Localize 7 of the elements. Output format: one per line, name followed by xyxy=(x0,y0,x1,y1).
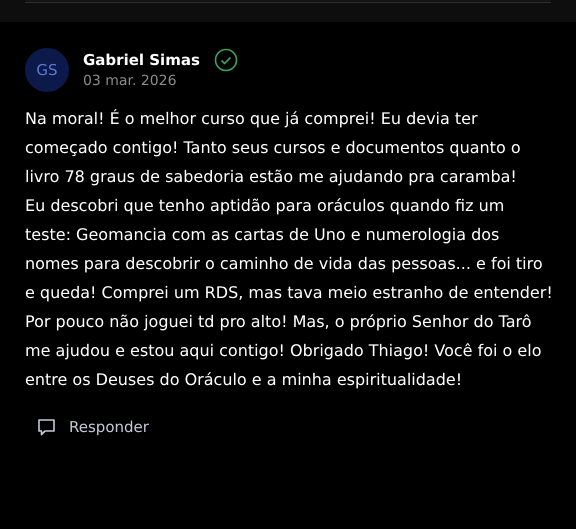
speech-bubble-icon xyxy=(37,418,56,437)
comment-text: Na moral! É o melhor curso que já comprei! Eu devia ter começado contigo! Tanto seus cursos e documentos quanto o livro 78 graus de sabedoria estão me ajudando pra caramba! xyxy=(25,108,522,188)
author-name: Gabriel Simas xyxy=(83,50,200,71)
reply-button[interactable]: Responder xyxy=(37,416,149,438)
avatar: GS xyxy=(25,48,69,92)
comment-date: 03 mar. 2026 xyxy=(83,72,178,90)
comment-text: Eu descobri que tenho aptidão para oráculos quando fiz um teste: Geomancia com as cartas de Uno e numerologia dos nomes para descobrir o caminho de vida das pessoas... e foi tiro e queda! Comprei um RDS, mas tava meio estranho de entender! Por pouco não joguei td pro alto! Mas, o próprio Senhor do Tarô me ajudou e estou aqui contigo! Obrigado Thiago! Você foi o elo entre os Deuses do Oráculo e a minha espiritualidade! xyxy=(25,195,554,391)
